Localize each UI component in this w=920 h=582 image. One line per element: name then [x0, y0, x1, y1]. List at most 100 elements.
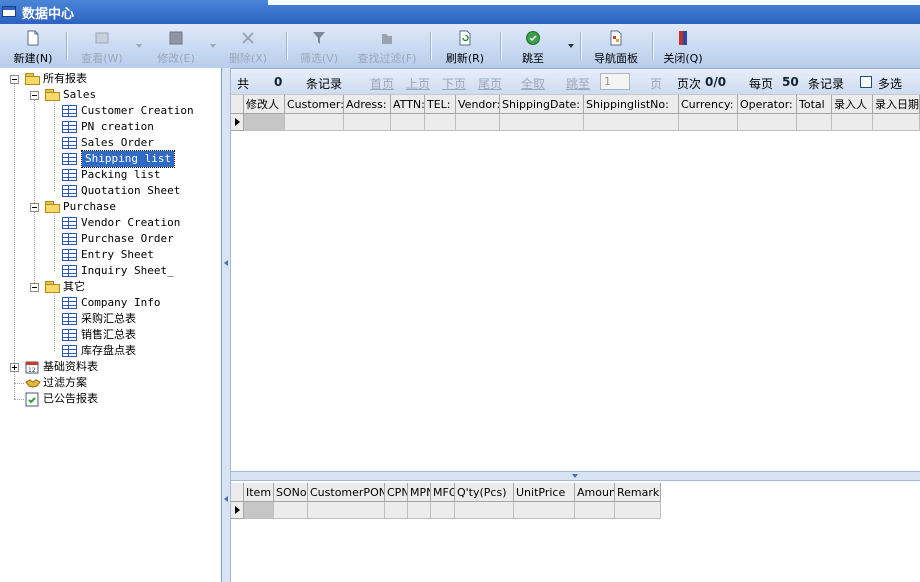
view-dropdown-arrow[interactable]	[136, 44, 142, 48]
column-header[interactable]: Customer:	[285, 95, 344, 114]
vertical-splitter[interactable]	[222, 68, 231, 582]
tree-node-entry-sheet[interactable]: Entry Sheet	[62, 247, 212, 263]
column-header[interactable]: 录入人	[832, 95, 873, 114]
tree-node-published[interactable]: 已公告报表	[8, 391, 208, 407]
table-cell[interactable]	[832, 114, 873, 131]
tree-node-inventory-count[interactable]: 库存盘点表	[62, 343, 212, 359]
new-button[interactable]: 新建(N)	[8, 26, 58, 66]
tree-node-purchase-summary[interactable]: 采购汇总表	[62, 311, 212, 327]
close-button[interactable]: 关闭(Q)	[658, 26, 708, 66]
column-header[interactable]: ATTN:	[391, 95, 425, 114]
column-header[interactable]: Amount	[575, 483, 615, 502]
jump-button[interactable]: 跳至	[508, 26, 558, 66]
table-cell[interactable]	[575, 502, 615, 519]
tree-node-other[interactable]: 其它	[28, 279, 188, 295]
find-filter-button[interactable]: 查找过滤(F)	[352, 26, 422, 66]
nav-panel-button[interactable]: 导航面板	[588, 26, 644, 66]
tree-node-quotation-sheet[interactable]: Quotation Sheet	[62, 183, 212, 199]
filter-button[interactable]: 筛选(V)	[294, 26, 344, 66]
jump-to-link[interactable]: 跳至	[566, 75, 590, 92]
edit-dropdown-arrow[interactable]	[210, 44, 216, 48]
collapse-icon[interactable]	[30, 203, 39, 212]
multi-select-checkbox[interactable]	[860, 76, 872, 88]
prev-page-link[interactable]: 上页	[406, 75, 430, 92]
table-cell[interactable]	[455, 502, 514, 519]
column-header[interactable]: Remarks	[615, 483, 661, 502]
table-cell[interactable]	[679, 114, 738, 131]
collapse-left-icon[interactable]	[224, 496, 228, 502]
tree-node-inquiry-sheet[interactable]: Inquiry Sheet_	[62, 263, 212, 279]
table-cell[interactable]	[584, 114, 679, 131]
collapse-icon[interactable]	[30, 91, 39, 100]
column-header[interactable]: Total	[797, 95, 832, 114]
collapse-icon[interactable]	[30, 283, 39, 292]
column-header[interactable]: Currency:	[679, 95, 738, 114]
column-header[interactable]: 录入日期	[873, 95, 920, 114]
table-row[interactable]	[231, 502, 661, 519]
column-header[interactable]: MPN	[408, 483, 431, 502]
collapse-down-icon[interactable]	[572, 474, 578, 478]
table-cell[interactable]	[274, 502, 308, 519]
tree-node-pn-creation[interactable]: PN creation	[62, 119, 212, 135]
table-cell[interactable]	[456, 114, 500, 131]
tree-node-root[interactable]: 所有报表	[8, 71, 208, 87]
column-header[interactable]: CPN	[385, 483, 408, 502]
column-header[interactable]: UnitPrice	[514, 483, 575, 502]
view-button[interactable]: 查看(W)	[74, 26, 130, 66]
column-header[interactable]: CustomerPONo	[308, 483, 385, 502]
table-cell[interactable]	[391, 114, 425, 131]
column-header[interactable]: ShippinglistNo:	[584, 95, 679, 114]
tree-node-company-info[interactable]: Company Info	[62, 295, 212, 311]
select-all-link[interactable]: 全取	[521, 75, 545, 92]
page-number-input[interactable]: 1	[600, 73, 630, 90]
column-header[interactable]: Vendor:	[456, 95, 500, 114]
last-page-link[interactable]: 尾页	[478, 75, 502, 92]
table-cell[interactable]	[873, 114, 920, 131]
table-cell[interactable]	[738, 114, 797, 131]
next-page-link[interactable]: 下页	[442, 75, 466, 92]
table-cell[interactable]	[244, 502, 274, 519]
column-header[interactable]: ShippingDate:	[500, 95, 584, 114]
column-header[interactable]: SONo.	[274, 483, 308, 502]
tree-node-filter-scheme[interactable]: 过滤方案	[8, 375, 208, 391]
column-header[interactable]: Q'ty(Pcs)	[455, 483, 514, 502]
column-header[interactable]: Item	[244, 483, 274, 502]
table-cell[interactable]	[344, 114, 391, 131]
tree-node-vendor-creation[interactable]: Vendor Creation	[62, 215, 212, 231]
first-page-link[interactable]: 首页	[370, 75, 394, 92]
jump-dropdown-arrow[interactable]	[568, 44, 574, 48]
table-cell[interactable]	[308, 502, 385, 519]
tree-node-customer-creation[interactable]: Customer Creation	[62, 103, 212, 119]
collapse-left-icon[interactable]	[224, 260, 228, 266]
tree-node-purchase[interactable]: Purchase	[28, 199, 188, 215]
table-cell[interactable]	[285, 114, 344, 131]
table-cell[interactable]	[500, 114, 584, 131]
table-cell[interactable]	[244, 114, 285, 131]
collapse-icon[interactable]	[10, 75, 19, 84]
tree-node-basic-data[interactable]: 12 基础资料表	[8, 359, 208, 375]
tree-node-packing-list[interactable]: Packing list	[62, 167, 212, 183]
table-row[interactable]	[231, 114, 920, 131]
horizontal-splitter[interactable]	[231, 471, 920, 481]
column-header[interactable]: 修改人	[244, 95, 285, 114]
table-cell[interactable]	[385, 502, 408, 519]
edit-button[interactable]: 修改(E)	[148, 26, 204, 66]
tree-node-shipping-list[interactable]: Shipping list	[62, 150, 212, 168]
column-header[interactable]: TEL:	[425, 95, 456, 114]
column-header[interactable]: Operator:	[738, 95, 797, 114]
table-cell[interactable]	[615, 502, 661, 519]
table-cell[interactable]	[431, 502, 455, 519]
table-cell[interactable]	[514, 502, 575, 519]
column-header[interactable]: MFG	[431, 483, 455, 502]
refresh-button[interactable]: 刷新(R)	[438, 26, 492, 66]
expand-icon[interactable]	[10, 363, 19, 372]
table-cell[interactable]	[425, 114, 456, 131]
tree-node-sales-order[interactable]: Sales Order	[62, 135, 212, 151]
tree-node-sales[interactable]: Sales	[28, 87, 188, 103]
table-cell[interactable]	[797, 114, 832, 131]
column-header[interactable]: Adress:	[344, 95, 391, 114]
tree-node-purchase-order[interactable]: Purchase Order	[62, 231, 212, 247]
table-cell[interactable]	[408, 502, 431, 519]
delete-button[interactable]: 删除(X)	[222, 26, 274, 66]
tree-node-sales-summary[interactable]: 销售汇总表	[62, 327, 212, 343]
